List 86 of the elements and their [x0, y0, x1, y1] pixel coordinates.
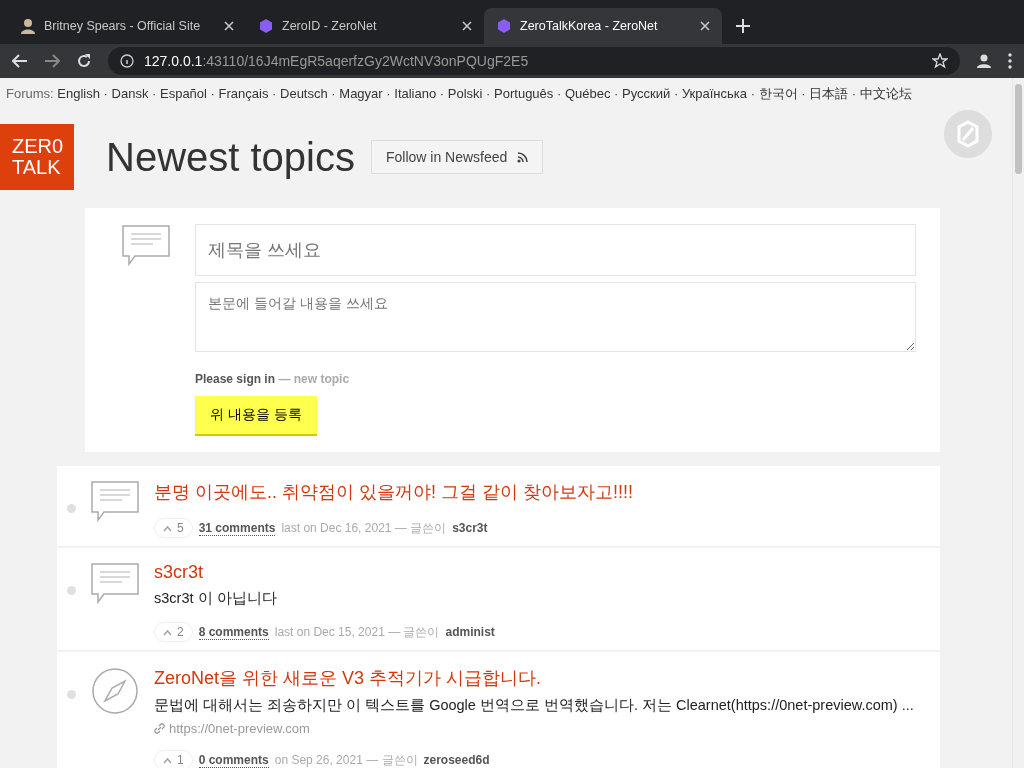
- separator-dot: ·: [386, 86, 391, 101]
- topic-author[interactable]: s3cr3t: [452, 521, 488, 535]
- browser-tab[interactable]: ZeroTalkKorea - ZeroNet: [484, 8, 722, 44]
- forum-link[interactable]: Русский: [622, 86, 671, 101]
- forum-link[interactable]: Italiano: [394, 86, 437, 101]
- forum-link[interactable]: Українська: [681, 86, 747, 101]
- separator-dot: ·: [673, 86, 679, 101]
- close-icon[interactable]: [462, 21, 472, 31]
- browser-tab[interactable]: Britney Spears - Official Site: [8, 8, 246, 44]
- separator-dot: ·: [614, 86, 619, 101]
- profile-icon[interactable]: [976, 53, 992, 69]
- separator-dot: ·: [103, 86, 108, 101]
- title-field[interactable]: 제목을 쓰세요: [195, 224, 916, 276]
- info-icon: [120, 54, 134, 68]
- follow-button[interactable]: Follow in Newsfeed: [371, 140, 544, 174]
- forward-arrow-icon[interactable]: [44, 54, 60, 68]
- browser-tab[interactable]: ZeroID - ZeroNet: [246, 8, 484, 44]
- topic-date: last on Dec 16, 2021 — 글쓴이: [281, 519, 447, 537]
- link-icon: [154, 723, 165, 734]
- unread-dot: [67, 504, 76, 513]
- submit-button[interactable]: 위 내용을 등록: [195, 396, 317, 436]
- topic-body: 문법에 대해서는 죄송하지만 이 텍스트를 Google 번역으로 번역했습니다. 저는 Clearnet(https://0net-preview.com) ...: [154, 696, 915, 715]
- zeronet-logo-icon: [957, 120, 979, 148]
- caret-up-icon: [163, 758, 172, 764]
- forum-link[interactable]: 日本語: [809, 86, 849, 101]
- close-icon[interactable]: [224, 21, 234, 31]
- forum-link[interactable]: Português: [494, 86, 554, 101]
- separator-dot: ·: [486, 86, 491, 101]
- upvote-button[interactable]: 2: [154, 622, 193, 642]
- separator-dot: ·: [331, 86, 336, 101]
- forum-link[interactable]: Deutsch: [280, 86, 328, 101]
- forum-link[interactable]: Français: [218, 86, 269, 101]
- speech-bubble-icon: [121, 224, 171, 266]
- separator-dot: ·: [272, 86, 277, 101]
- forums-label: Forums:: [6, 86, 54, 101]
- forum-link[interactable]: 中文论坛: [859, 86, 912, 101]
- compass-icon: [90, 666, 140, 716]
- unread-dot: [67, 690, 76, 699]
- separator-dot: ·: [439, 86, 445, 101]
- speech-bubble-icon: [90, 480, 140, 522]
- zerotalk-logo[interactable]: ZER0 TALK: [0, 124, 74, 190]
- forum-link[interactable]: Polski: [447, 86, 483, 101]
- upvote-button[interactable]: 5: [154, 518, 193, 538]
- forum-link[interactable]: English: [57, 86, 100, 101]
- body-field[interactable]: 본문에 들어갈 내용을 쓰세요: [195, 282, 916, 352]
- caret-up-icon: [163, 526, 172, 532]
- topic-date: last on Dec 15, 2021 — 글쓴이: [274, 623, 440, 641]
- forum-link[interactable]: Magyar: [339, 86, 383, 101]
- reload-icon[interactable]: [76, 53, 92, 69]
- star-icon[interactable]: [932, 53, 948, 69]
- topic-date: on Sep 26, 2021 — 글쓴이: [274, 751, 418, 768]
- close-icon[interactable]: [700, 21, 710, 31]
- separator-dot: ·: [556, 86, 562, 101]
- caret-up-icon: [163, 630, 172, 636]
- forum-link[interactable]: Dansk: [111, 86, 149, 101]
- topic-title[interactable]: s3cr3t: [154, 562, 930, 583]
- back-arrow-icon[interactable]: [12, 54, 28, 68]
- topic-author[interactable]: zeroseed6d: [423, 753, 490, 767]
- person-icon: [20, 18, 36, 34]
- topic-title[interactable]: 분명 이곳에도.. 취약점이 있을꺼야! 그걸 같이 찾아보자고!!!!: [154, 480, 930, 504]
- separator-dot: ·: [801, 86, 806, 101]
- comments-link[interactable]: 8 comments: [198, 624, 269, 640]
- hexagon-icon: [258, 18, 274, 34]
- forum-link[interactable]: Español: [160, 86, 207, 101]
- hexagon-icon: [496, 18, 512, 34]
- separator-dot: ·: [851, 86, 857, 101]
- separator-dot: ·: [152, 86, 157, 101]
- forum-link[interactable]: 한국어: [758, 86, 798, 101]
- topic-body: s3cr3t 이 아닙니다: [154, 589, 278, 608]
- separator-dot: ·: [750, 86, 755, 101]
- rss-icon: [517, 151, 529, 163]
- menu-icon[interactable]: [1008, 53, 1012, 69]
- separator-dot: ·: [210, 86, 215, 101]
- topic-author[interactable]: administ: [445, 625, 495, 639]
- comments-link[interactable]: 0 comments: [198, 752, 269, 768]
- speech-bubble-icon: [90, 562, 140, 604]
- address-bar[interactable]: 127.0.0.1:43110/16J4mEgR5aqerfzGy2WctNV3onPQUgF2E5: [108, 47, 960, 75]
- forum-link[interactable]: Québec: [564, 86, 611, 101]
- plus-icon[interactable]: [736, 19, 750, 33]
- upvote-button[interactable]: 1: [154, 750, 193, 768]
- sign-in-note: Please sign in — new topic: [195, 372, 351, 386]
- comments-link[interactable]: 31 comments: [198, 520, 276, 536]
- unread-dot: [67, 586, 76, 595]
- topic-title[interactable]: ZeroNet을 위한 새로운 V3 추적기가 시급합니다.: [154, 666, 930, 690]
- scrollbar[interactable]: [1012, 78, 1024, 768]
- page-title: Newest topics: [106, 134, 355, 180]
